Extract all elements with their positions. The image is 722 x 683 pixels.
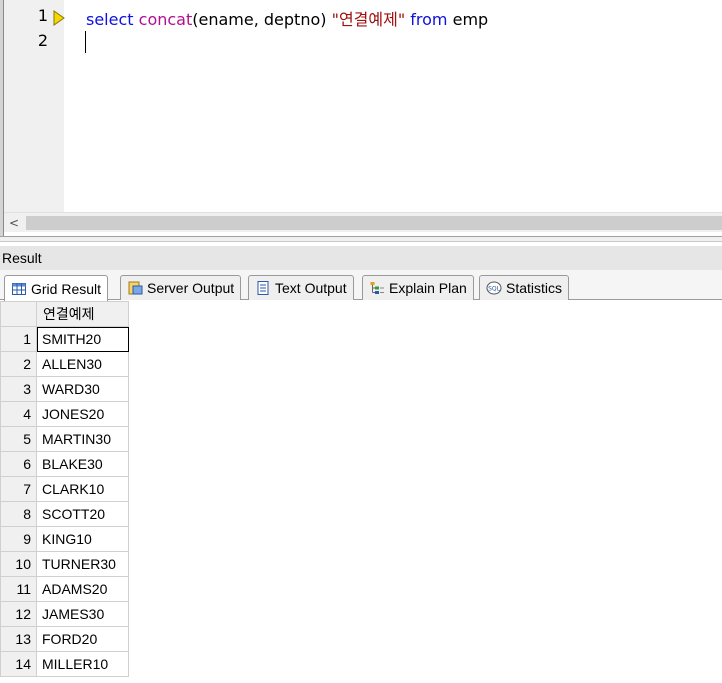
grid-cell[interactable]: MARTIN30 (36, 426, 129, 452)
table-row[interactable]: 7 CLARK10 (0, 476, 129, 502)
table-row[interactable]: 12 JAMES30 (0, 601, 129, 627)
row-number[interactable]: 14 (0, 651, 37, 677)
result-tabs: Grid Result Server Output Text Output Ex… (0, 270, 722, 301)
row-number[interactable]: 13 (0, 626, 37, 652)
table-row[interactable]: 4 JONES20 (0, 401, 129, 427)
line-number-2: 2 (37, 31, 48, 50)
table-row[interactable]: 11 ADAMS20 (0, 576, 129, 602)
column-header[interactable]: 연결예제 (36, 301, 129, 327)
tab-label: Text Output (275, 280, 347, 296)
editor-result-splitter[interactable] (0, 236, 722, 242)
row-number[interactable]: 4 (0, 401, 37, 427)
row-number[interactable]: 11 (0, 576, 37, 602)
horizontal-scrollbar[interactable]: < (4, 212, 722, 232)
tab-text-output[interactable]: Text Output (248, 275, 354, 300)
grid-cell[interactable]: ALLEN30 (36, 351, 129, 377)
scroll-left-button[interactable]: < (4, 213, 24, 233)
grid-cell[interactable]: ADAMS20 (36, 576, 129, 602)
column-alias: "연결예제" (331, 10, 406, 29)
table-row[interactable]: 2 ALLEN30 (0, 351, 129, 377)
function-args: (ename, deptno) (192, 10, 332, 29)
grid-cell[interactable]: MILLER10 (36, 651, 129, 677)
row-number[interactable]: 5 (0, 426, 37, 452)
row-number[interactable]: 1 (0, 326, 37, 352)
row-number[interactable]: 7 (0, 476, 37, 502)
grid-cell[interactable]: BLAKE30 (36, 451, 129, 477)
grid-cell[interactable]: WARD30 (36, 376, 129, 402)
row-number[interactable]: 8 (0, 501, 37, 527)
grid-corner[interactable] (0, 301, 37, 327)
table-row[interactable]: 5 MARTIN30 (0, 426, 129, 452)
grid-body: 1 SMITH20 2 ALLEN30 3 WARD30 4 JONES20 5 MARTIN30… (0, 326, 129, 677)
row-number[interactable]: 10 (0, 551, 37, 577)
tab-explain-plan[interactable]: Explain Plan (362, 275, 474, 300)
row-number[interactable]: 2 (0, 351, 37, 377)
scroll-thumb[interactable] (26, 216, 722, 230)
tab-statistics[interactable]: SQL Statistics (479, 275, 570, 300)
table-row[interactable]: 13 FORD20 (0, 626, 129, 652)
tab-grid-result[interactable]: Grid Result (4, 275, 109, 301)
code-line-1[interactable]: select concat(ename, deptno) "연결예제" from… (86, 6, 488, 30)
svg-text:SQL: SQL (488, 286, 501, 293)
result-panel-title: Result (0, 246, 722, 270)
table-row[interactable]: 3 WARD30 (0, 376, 129, 402)
grid-cell[interactable]: KING10 (36, 526, 129, 552)
grid-cell[interactable]: TURNER30 (36, 551, 129, 577)
result-grid[interactable]: 연결예제 1 SMITH20 2 ALLEN30 3 WARD30 4 JONES20 5 MAR… (0, 301, 129, 677)
grid-cell[interactable]: FORD20 (36, 626, 129, 652)
statistics-icon: SQL (486, 280, 502, 296)
grid-cell[interactable]: SMITH20 (36, 326, 129, 352)
tab-label: Grid Result (31, 280, 102, 297)
text-caret (85, 31, 86, 53)
tab-label: Statistics (506, 280, 563, 296)
explain-plan-icon (369, 280, 385, 296)
tab-label: Server Output (147, 280, 235, 296)
table-row[interactable]: 14 MILLER10 (0, 651, 129, 677)
table-row[interactable]: 1 SMITH20 (0, 326, 129, 352)
table-row[interactable]: 9 KING10 (0, 526, 129, 552)
sql-editor[interactable]: 1 2 select concat(ename, deptno) "연결예제" … (0, 0, 722, 238)
line-gutter: 1 2 (4, 0, 65, 212)
grid-cell[interactable]: JONES20 (36, 401, 129, 427)
text-output-icon (255, 280, 271, 296)
grid-cell[interactable]: JAMES30 (36, 601, 129, 627)
grid-icon (11, 281, 27, 297)
keyword-select: select (86, 10, 134, 29)
grid-cell[interactable]: SCOTT20 (36, 501, 129, 527)
line-number-1: 1 (37, 6, 48, 25)
row-number[interactable]: 12 (0, 601, 37, 627)
table-name: emp (447, 10, 489, 29)
tab-server-output[interactable]: Server Output (120, 275, 242, 300)
server-output-icon (127, 280, 143, 296)
current-statement-marker-icon (53, 10, 65, 30)
keyword-from: from (410, 10, 448, 29)
table-row[interactable]: 10 TURNER30 (0, 551, 129, 577)
tab-label: Explain Plan (389, 280, 467, 296)
row-number[interactable]: 9 (0, 526, 37, 552)
grid-cell[interactable]: CLARK10 (36, 476, 129, 502)
table-row[interactable]: 8 SCOTT20 (0, 501, 129, 527)
table-row[interactable]: 6 BLAKE30 (0, 451, 129, 477)
row-number[interactable]: 6 (0, 451, 37, 477)
row-number[interactable]: 3 (0, 376, 37, 402)
function-concat: concat (138, 10, 193, 29)
